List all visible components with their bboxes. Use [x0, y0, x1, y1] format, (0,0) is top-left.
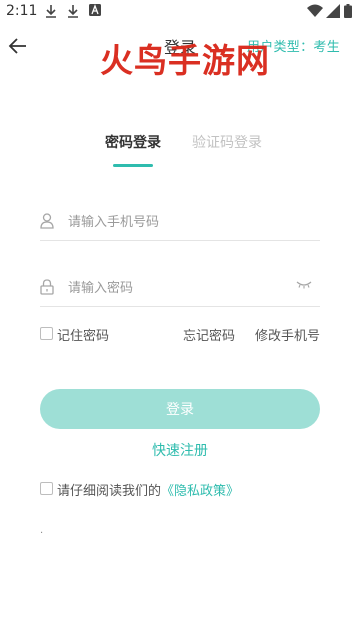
download-icon	[46, 5, 56, 18]
login-tabs: 密码登录 验证码登录	[0, 130, 360, 170]
privacy-policy-link[interactable]: 《隐私政策》	[161, 484, 239, 499]
forgot-password-link[interactable]: 忘记密码	[183, 325, 235, 344]
battery-icon	[344, 4, 352, 18]
login-options: 记住密码 忘记密码 修改手机号	[40, 325, 320, 345]
tab-password-login[interactable]: 密码登录	[105, 132, 161, 152]
tab-code-login[interactable]: 验证码登录	[192, 132, 262, 152]
lock-icon	[40, 279, 54, 295]
status-bar: 2:11	[0, 0, 360, 24]
wifi-icon	[307, 4, 323, 17]
phone-input[interactable]	[66, 206, 300, 238]
password-field	[40, 268, 320, 307]
privacy-prefix: 请仔细阅读我们的	[57, 484, 162, 499]
signal-icon	[326, 4, 340, 18]
login-button[interactable]: 登录	[40, 389, 320, 429]
eye-closed-icon[interactable]	[296, 280, 312, 290]
download-icon	[68, 5, 78, 18]
phone-field	[40, 202, 320, 241]
remember-label[interactable]: 记住密码	[57, 325, 109, 344]
remember-checkbox[interactable]	[40, 327, 53, 340]
a-badge-icon	[89, 4, 101, 16]
password-input[interactable]	[66, 272, 300, 304]
user-icon	[40, 213, 54, 229]
register-link[interactable]: 快速注册	[0, 440, 360, 460]
dot-mark: ·	[40, 528, 44, 539]
change-phone-link[interactable]: 修改手机号	[255, 325, 320, 344]
tab-active-indicator	[113, 164, 153, 167]
status-time: 2:11	[6, 3, 38, 19]
privacy-checkbox[interactable]	[40, 482, 53, 495]
watermark-text: 火鸟手游网	[100, 41, 270, 80]
